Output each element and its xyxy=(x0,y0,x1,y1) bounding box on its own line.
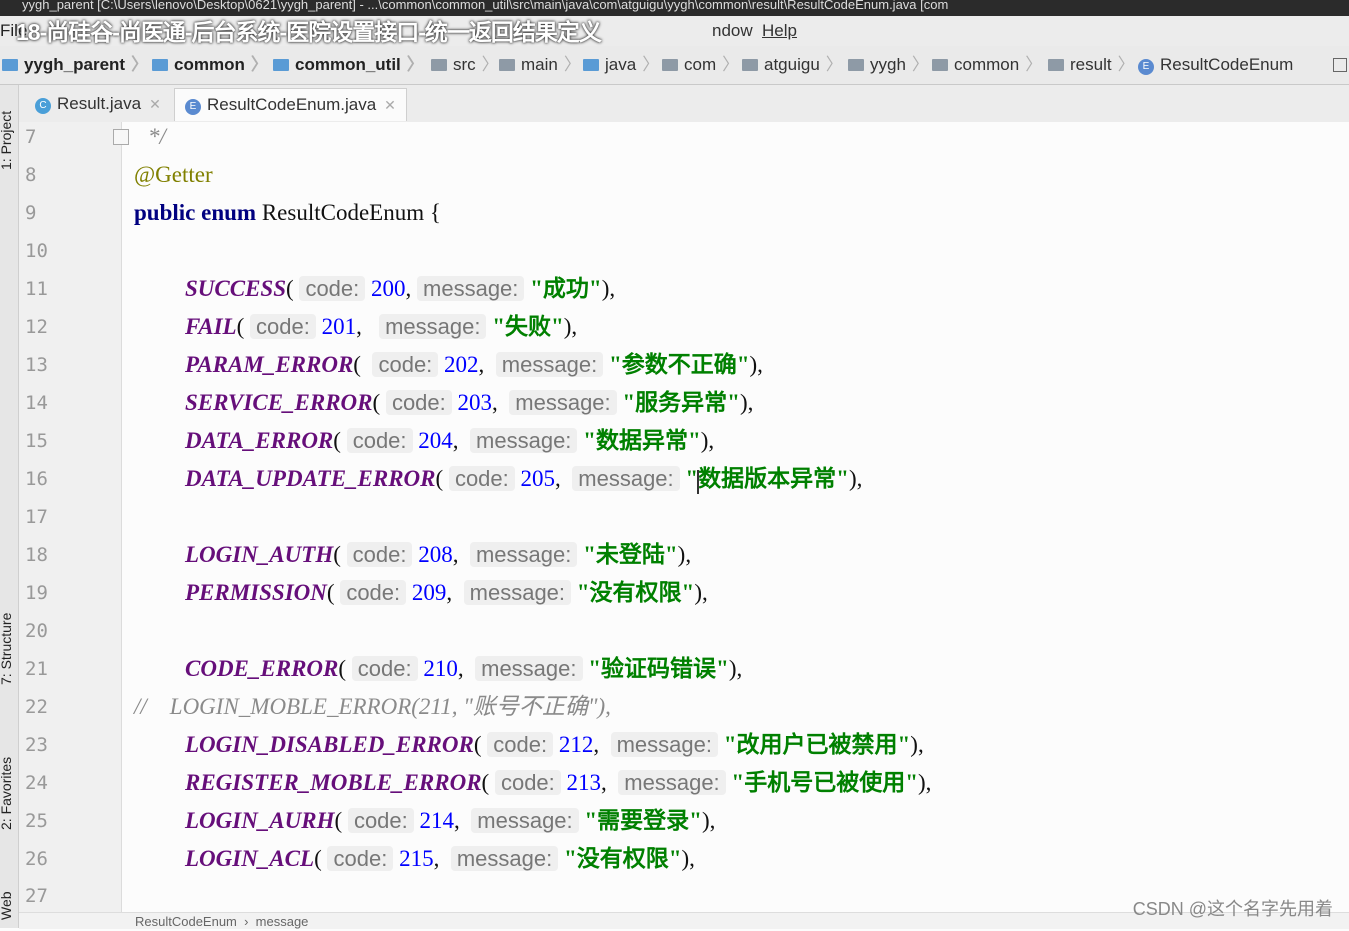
enum-entry: LOGIN_AURH( code: 214, message: "需要登录"), xyxy=(185,808,716,833)
folder-icon xyxy=(662,59,678,71)
folder-icon xyxy=(932,59,948,71)
navigate-button-icon[interactable] xyxy=(1333,58,1347,72)
favorites-tool-tab[interactable]: 2: Favorites xyxy=(0,757,14,830)
commented-entry: // LOGIN_MOBLE_ERROR(211, "账号不正确"), xyxy=(134,694,611,719)
module-icon xyxy=(152,59,168,71)
annotation-getter: @Getter xyxy=(134,162,213,187)
enum-entry: SUCCESS( code: 200, message: "成功"), xyxy=(185,276,616,301)
enum-icon: E xyxy=(185,99,201,115)
folder-icon xyxy=(583,59,599,71)
window-title: yygh_parent [C:\Users\lenovo\Desktop\062… xyxy=(22,0,949,12)
enum-entry: CODE_ERROR( code: 210, message: "验证码错误")… xyxy=(185,656,743,681)
text-cursor xyxy=(697,470,699,494)
breadcrumb-item[interactable]: common_util 〉 xyxy=(273,46,424,84)
breadcrumb-item[interactable]: main 〉 xyxy=(499,46,581,84)
enum-entry: DATA_UPDATE_ERROR( code: 205, message: "… xyxy=(185,466,863,491)
project-tool-tab[interactable]: 1: Project xyxy=(0,111,14,170)
breadcrumb-item[interactable]: common 〉 xyxy=(932,46,1042,84)
breadcrumb-item[interactable]: atguigu 〉 xyxy=(742,46,843,84)
enum-declaration: public enum ResultCodeEnum { xyxy=(134,200,441,225)
tool-window-strip: 1: Project 7: Structure 2: Favorites Web xyxy=(0,85,19,928)
enum-entry: LOGIN_AUTH( code: 208, message: "未登陆"), xyxy=(185,542,692,567)
breadcrumb-item[interactable]: common 〉 xyxy=(152,46,268,84)
video-overlay-title: 18-尚硅谷-尚医通-后台系统-医院设置接口-统一返回结果定义 xyxy=(16,19,602,45)
folder-icon xyxy=(1048,59,1064,71)
tab-result-java[interactable]: C Result.java ✕ xyxy=(25,88,171,120)
close-icon[interactable]: ✕ xyxy=(149,96,161,112)
module-icon xyxy=(273,59,289,71)
breadcrumb-item[interactable]: com 〉 xyxy=(662,46,739,84)
menu-help[interactable]: Help xyxy=(762,16,797,46)
folder-icon xyxy=(499,59,515,71)
watermark: CSDN @这个名字先用着 xyxy=(1132,899,1333,919)
enum-entry: PARAM_ERROR( code: 202, message: "参数不正确"… xyxy=(185,352,763,377)
structure-tool-tab[interactable]: 7: Structure xyxy=(0,613,14,685)
breadcrumb-item[interactable]: java 〉 xyxy=(583,46,659,84)
breadcrumb-item[interactable]: yygh 〉 xyxy=(848,46,929,84)
editor-tabs: C Result.java ✕ E ResultCodeEnum.java ✕ xyxy=(19,85,1349,123)
enum-entry: FAIL( code: 201, message: "失败"), xyxy=(185,314,578,339)
navigation-breadcrumb: yygh_parent 〉 common 〉 common_util 〉 src 〉 m… xyxy=(0,46,1349,85)
class-icon: C xyxy=(35,98,51,114)
enum-entry: SERVICE_ERROR( code: 203, message: "服务异常… xyxy=(185,390,754,415)
breadcrumb-item[interactable]: E ResultCodeEnum xyxy=(1138,46,1293,84)
fold-marker-icon[interactable] xyxy=(113,129,129,145)
breadcrumb-item[interactable]: yygh_parent 〉 xyxy=(2,46,148,84)
enum-entry: LOGIN_DISABLED_ERROR( code: 212, message… xyxy=(185,732,924,757)
enum-entry: LOGIN_ACL( code: 215, message: "没有权限"), xyxy=(185,846,695,871)
menu-window[interactable]: ndow xyxy=(712,16,753,46)
breadcrumb-item[interactable]: result 〉 xyxy=(1048,46,1135,84)
enum-entry: DATA_ERROR( code: 204, message: "数据异常"), xyxy=(185,428,715,453)
tab-resultcodeenum-java[interactable]: E ResultCodeEnum.java ✕ xyxy=(174,88,407,121)
folder-icon xyxy=(431,59,447,71)
status-breadcrumb[interactable]: ResultCodeEnum › message xyxy=(135,913,308,931)
web-tool-tab[interactable]: Web xyxy=(0,891,14,920)
folder-icon xyxy=(848,59,864,71)
enum-entry: PERMISSION( code: 209, message: "没有权限"), xyxy=(185,580,708,605)
enum-icon: E xyxy=(1138,59,1154,75)
module-icon xyxy=(2,59,18,71)
enum-entry: REGISTER_MOBLE_ERROR( code: 213, message… xyxy=(185,770,932,795)
folder-icon xyxy=(742,59,758,71)
breadcrumb-item[interactable]: src 〉 xyxy=(431,46,499,84)
close-icon[interactable]: ✕ xyxy=(384,97,396,113)
